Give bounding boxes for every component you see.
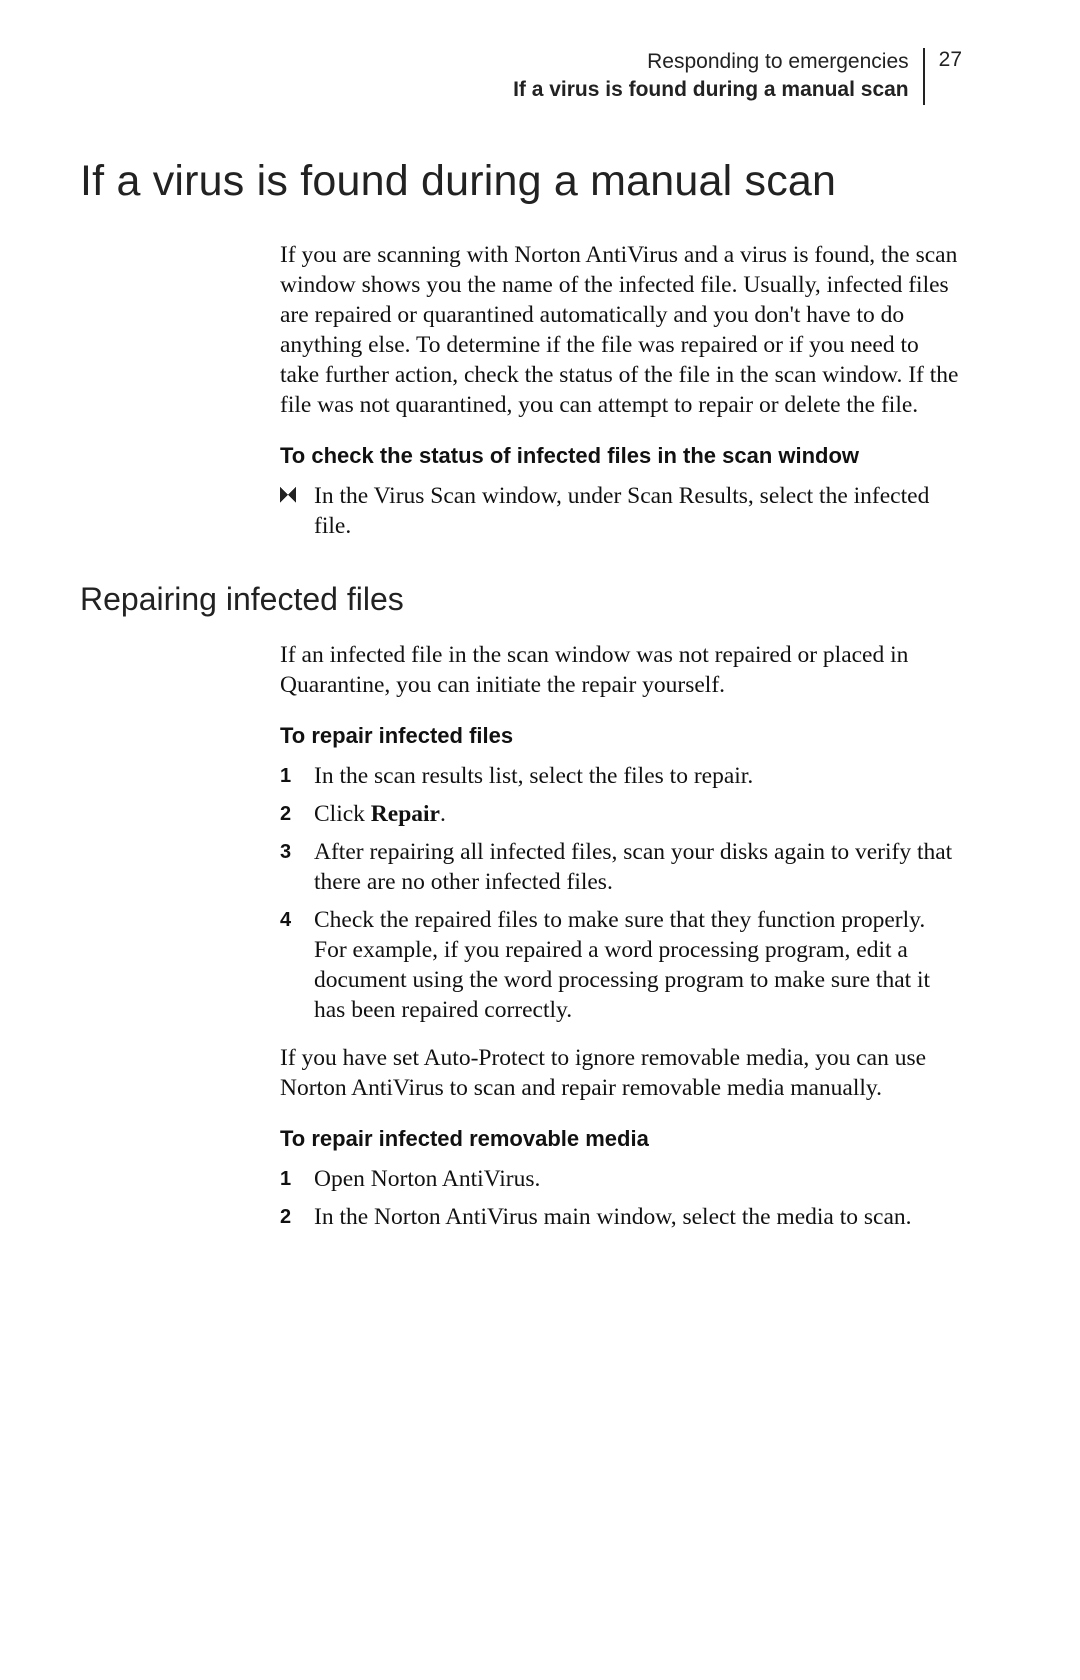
running-header-inner: Responding to emergencies If a virus is … (513, 48, 962, 105)
procedure-repair-step-1: In the scan results list, select the fil… (280, 761, 962, 791)
running-header: Responding to emergencies If a virus is … (80, 48, 962, 105)
procedure-heading-check-status: To check the status of infected files in… (280, 442, 962, 471)
procedure-repair-step-2: Click Repair. (280, 799, 962, 829)
page-title: If a virus is found during a manual scan (80, 157, 962, 206)
page-number: 27 (925, 48, 962, 105)
procedure-removable-step-2: In the Norton AntiVirus main window, sel… (280, 1202, 962, 1232)
procedure-heading-repair-removable: To repair infected removable media (280, 1125, 962, 1154)
repair-intro-paragraph: If an infected file in the scan window w… (280, 640, 962, 700)
procedure-check-status-step: In the Virus Scan window, under Scan Res… (280, 481, 962, 541)
procedure-repair-step-4: Check the repaired files to make sure th… (280, 905, 962, 1025)
procedure-repair-step-3: After repairing all infected files, scan… (280, 837, 962, 897)
procedure-removable-step-1: Open Norton AntiVirus. (280, 1164, 962, 1194)
running-header-section: If a virus is found during a manual scan (513, 76, 909, 104)
procedure-repair-removable-list: Open Norton AntiVirus. In the Norton Ant… (280, 1164, 962, 1232)
procedure-heading-repair-files: To repair infected files (280, 722, 962, 751)
intro-paragraph: If you are scanning with Norton AntiViru… (280, 240, 962, 420)
running-header-chapter: Responding to emergencies (513, 48, 909, 76)
section-heading-repairing: Repairing infected files (80, 581, 962, 618)
procedure-check-status-list: In the Virus Scan window, under Scan Res… (280, 481, 962, 541)
procedure-repair-files-list: In the scan results list, select the fil… (280, 761, 962, 1026)
removable-media-paragraph: If you have set Auto-Protect to ignore r… (280, 1043, 962, 1103)
